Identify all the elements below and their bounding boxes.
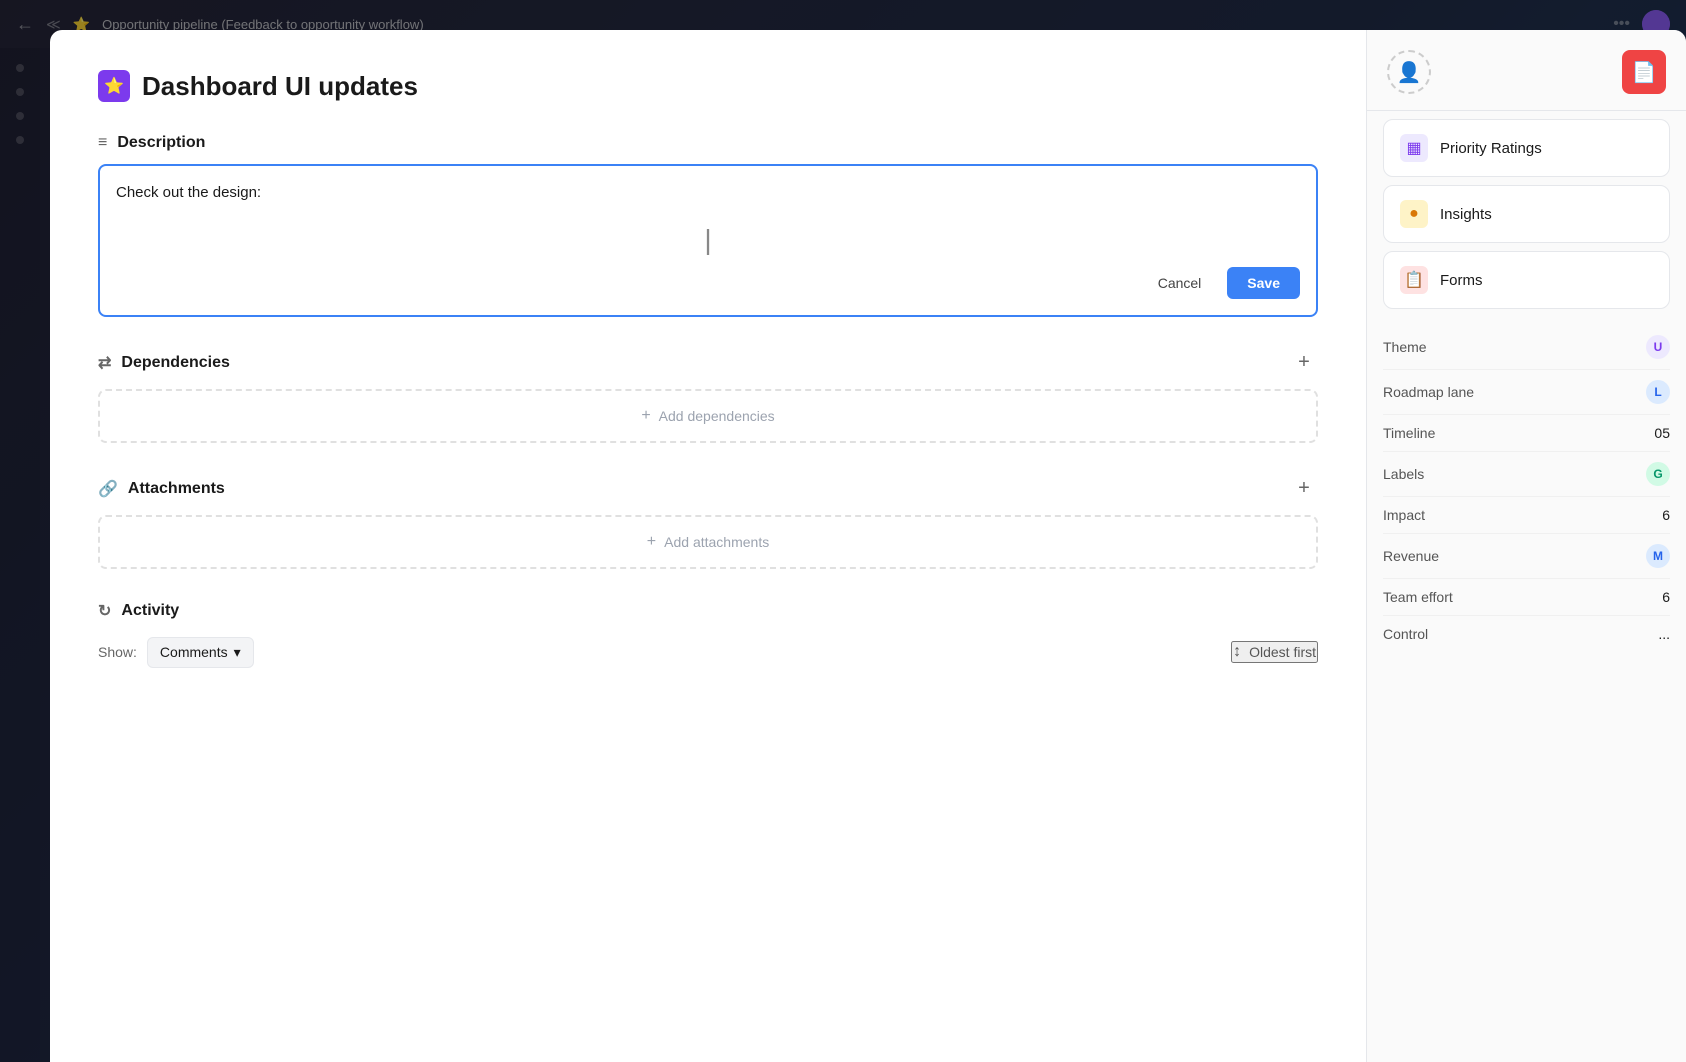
activity-icon: ↻ xyxy=(98,601,111,621)
prop-timeline[interactable]: Timeline 05 xyxy=(1383,415,1670,452)
description-label: Description xyxy=(117,134,205,152)
attachments-section: 🔗 Attachments + + Add attachments xyxy=(98,475,1318,569)
user-icon: 👤 xyxy=(1397,60,1422,85)
show-label: Show: xyxy=(98,644,137,660)
dependencies-section: ⇄ Dependencies + + Add dependencies xyxy=(98,349,1318,443)
description-title: ≡ Description xyxy=(98,134,205,152)
main-modal: ⭐ Dashboard UI updates ≡ Description Che… xyxy=(50,30,1686,1062)
add-dependencies-label: Add dependencies xyxy=(659,408,775,424)
attachments-icon: 🔗 xyxy=(98,479,118,499)
priority-ratings-icon: ▦ xyxy=(1400,134,1428,162)
activity-controls: Show: Comments ▾ ↕ Oldest first xyxy=(98,637,1318,668)
grid-icon: ▦ xyxy=(1406,138,1421,158)
prop-roadmap-lane[interactable]: Roadmap lane L xyxy=(1383,370,1670,415)
description-section: ≡ Description Check out the design: | Ca… xyxy=(98,134,1318,317)
sidebar-cards-section: ▦ Priority Ratings ● Insights 📋 xyxy=(1367,119,1686,309)
attachments-title: 🔗 Attachments xyxy=(98,479,225,499)
modal-sidebar: 👤 📄 ▦ Priority Ratings xyxy=(1366,30,1686,1062)
attachments-header: 🔗 Attachments + xyxy=(98,475,1318,503)
prop-impact[interactable]: Impact 6 xyxy=(1383,497,1670,534)
sort-label: Oldest first xyxy=(1249,644,1316,660)
activity-title: ↻ Activity xyxy=(98,601,1318,621)
attachments-label: Attachments xyxy=(128,480,225,498)
priority-ratings-inner: ▦ Priority Ratings xyxy=(1400,134,1653,162)
description-icon: ≡ xyxy=(98,134,107,152)
save-button[interactable]: Save xyxy=(1227,267,1300,299)
modal-title-text: Dashboard UI updates xyxy=(142,71,418,102)
forms-label: Forms xyxy=(1440,272,1483,289)
bulb-icon: ● xyxy=(1409,205,1419,223)
description-box[interactable]: Check out the design: | Cancel Save xyxy=(98,164,1318,317)
description-textarea[interactable]: Check out the design: xyxy=(116,182,1300,250)
revenue-badge: M xyxy=(1646,544,1670,568)
document-icon-button[interactable]: 📄 xyxy=(1622,50,1666,94)
star-icon: ⭐ xyxy=(104,76,124,96)
theme-value: U xyxy=(1646,335,1670,359)
dependencies-icon: ⇄ xyxy=(98,353,111,373)
insights-inner: ● Insights xyxy=(1400,200,1653,228)
forms-card[interactable]: 📋 Forms xyxy=(1383,251,1670,309)
theme-label: Theme xyxy=(1383,339,1427,355)
add-attachment-button[interactable]: + xyxy=(1290,475,1318,503)
roadmap-lane-badge: L xyxy=(1646,380,1670,404)
timeline-value: 05 xyxy=(1654,425,1670,441)
modal-title-icon: ⭐ xyxy=(98,70,130,102)
cancel-button[interactable]: Cancel xyxy=(1142,267,1218,299)
impact-label: Impact xyxy=(1383,507,1425,523)
prop-team-effort[interactable]: Team effort 6 xyxy=(1383,579,1670,616)
plus-icon-attach: + xyxy=(647,533,656,551)
sidebar-top-row: 👤 📄 xyxy=(1367,50,1686,111)
dependencies-label: Dependencies xyxy=(121,354,229,372)
labels-value: G xyxy=(1646,462,1670,486)
roadmap-lane-label: Roadmap lane xyxy=(1383,384,1474,400)
activity-label: Activity xyxy=(121,602,179,620)
sort-order-button[interactable]: ↕ Oldest first xyxy=(1231,641,1318,663)
add-attachments-box[interactable]: + Add attachments xyxy=(98,515,1318,569)
revenue-value: M xyxy=(1646,544,1670,568)
insights-label: Insights xyxy=(1440,206,1492,223)
labels-badge: G xyxy=(1646,462,1670,486)
priority-ratings-card[interactable]: ▦ Priority Ratings xyxy=(1383,119,1670,177)
forms-inner: 📋 Forms xyxy=(1400,266,1653,294)
forms-icon: 📋 xyxy=(1400,266,1428,294)
comments-filter-dropdown[interactable]: Comments ▾ xyxy=(147,637,254,668)
dependencies-title: ⇄ Dependencies xyxy=(98,353,230,373)
activity-section: ↻ Activity Show: Comments ▾ ↕ Oldest fir… xyxy=(98,601,1318,668)
description-header: ≡ Description xyxy=(98,134,1318,152)
insights-icon: ● xyxy=(1400,200,1428,228)
team-effort-value: 6 xyxy=(1662,589,1670,605)
priority-ratings-label: Priority Ratings xyxy=(1440,140,1542,157)
team-effort-label: Team effort xyxy=(1383,589,1453,605)
control-label: Control xyxy=(1383,626,1428,642)
plus-icon: + xyxy=(641,407,650,425)
prop-revenue[interactable]: Revenue M xyxy=(1383,534,1670,579)
modal-title-row: ⭐ Dashboard UI updates xyxy=(98,70,1318,102)
theme-badge: U xyxy=(1646,335,1670,359)
prop-labels[interactable]: Labels G xyxy=(1383,452,1670,497)
impact-value: 6 xyxy=(1662,507,1670,523)
sidebar-properties: Theme U Roadmap lane L Timeline 05 Label… xyxy=(1367,317,1686,660)
add-dependencies-box[interactable]: + Add dependencies xyxy=(98,389,1318,443)
prop-control[interactable]: Control ... xyxy=(1383,616,1670,652)
comments-filter-label: Comments xyxy=(160,644,228,660)
add-dependency-button[interactable]: + xyxy=(1290,349,1318,377)
roadmap-lane-value: L xyxy=(1646,380,1670,404)
insights-card[interactable]: ● Insights xyxy=(1383,185,1670,243)
prop-theme[interactable]: Theme U xyxy=(1383,325,1670,370)
control-value: ... xyxy=(1658,626,1670,642)
timeline-label: Timeline xyxy=(1383,425,1435,441)
assignee-avatar[interactable]: 👤 xyxy=(1387,50,1431,94)
add-attachments-label: Add attachments xyxy=(664,534,769,550)
revenue-label: Revenue xyxy=(1383,548,1439,564)
modal-content-area: ⭐ Dashboard UI updates ≡ Description Che… xyxy=(50,30,1366,1062)
description-actions: | Cancel Save xyxy=(116,267,1300,299)
show-filter-group: Show: Comments ▾ xyxy=(98,637,254,668)
doc-icon: 📄 xyxy=(1632,60,1657,85)
dependencies-header: ⇄ Dependencies + xyxy=(98,349,1318,377)
chevron-down-icon: ▾ xyxy=(234,644,241,661)
labels-label: Labels xyxy=(1383,466,1424,482)
sort-icon: ↕ xyxy=(1233,643,1241,661)
form-icon: 📋 xyxy=(1404,270,1424,290)
